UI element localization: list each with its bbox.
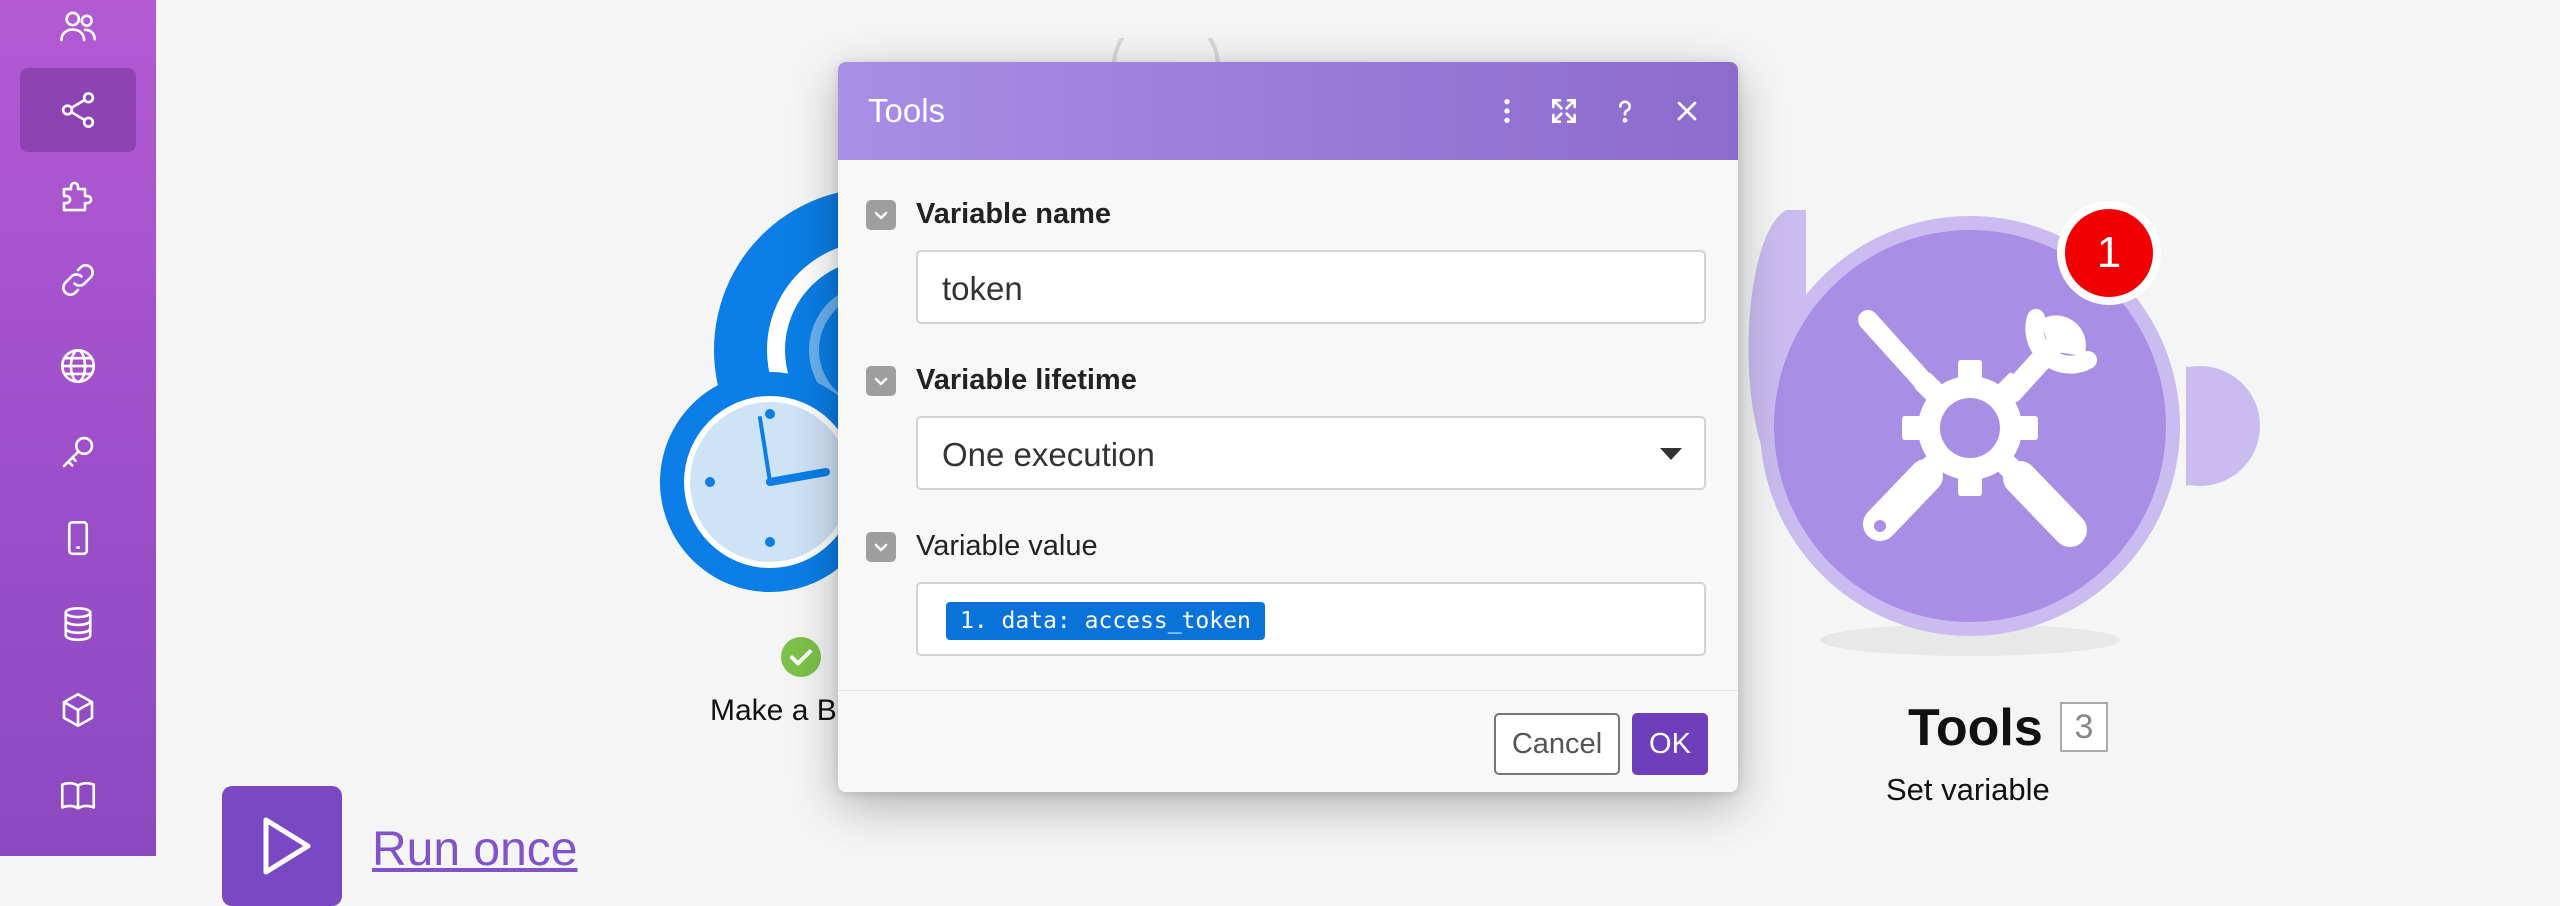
chevron-down-icon <box>874 543 888 552</box>
sidebar-item-webhooks[interactable] <box>20 324 136 408</box>
database-icon <box>64 606 92 642</box>
mapped-value-pill[interactable]: 1. data: access_token <box>946 602 1265 640</box>
variable-lifetime-toggle[interactable] <box>866 366 896 396</box>
tools-module-order: 3 <box>2060 702 2108 752</box>
chevron-down-icon <box>874 377 888 386</box>
sidebar-item-team[interactable] <box>20 0 136 68</box>
key-icon <box>62 436 94 468</box>
expand-icon <box>1552 99 1576 123</box>
sidebar-item-apps[interactable] <box>20 154 136 238</box>
variable-lifetime-label: Variable lifetime <box>916 364 1137 396</box>
variable-value-label: Variable value <box>916 530 1098 562</box>
tools-module-subtitle: Set variable <box>1886 772 2050 807</box>
sidebar-item-data-stores[interactable] <box>20 582 136 666</box>
success-check-icon <box>781 637 821 677</box>
sidebar-item-data-structures[interactable] <box>20 668 136 752</box>
sidebar <box>0 0 156 856</box>
variable-value-toggle[interactable] <box>866 532 896 562</box>
team-icon <box>60 11 96 42</box>
puzzle-icon <box>62 181 93 212</box>
sidebar-item-keys[interactable] <box>20 410 136 494</box>
globe-icon <box>60 348 96 384</box>
sidebar-item-docs[interactable] <box>20 754 136 838</box>
variable-name-value: token <box>942 270 1023 307</box>
variable-name-label: Variable name <box>916 198 1112 230</box>
sidebar-item-connections[interactable] <box>20 238 136 322</box>
ok-button[interactable]: OK <box>1632 713 1708 775</box>
chevron-down-icon <box>874 211 888 220</box>
question-mark-icon <box>1619 100 1631 123</box>
dropdown-caret-icon <box>1660 448 1682 460</box>
run-once-label[interactable]: Run once <box>372 822 577 877</box>
cancel-button[interactable]: Cancel <box>1494 713 1620 775</box>
dialog-header[interactable]: Tools <box>838 62 1738 160</box>
more-options-button[interactable] <box>1488 92 1526 130</box>
share-icon <box>61 92 95 128</box>
run-once-button[interactable] <box>222 786 342 906</box>
play-icon <box>263 817 311 875</box>
module-settings-dialog: Tools Variable name token Variable lifet… <box>838 62 1738 792</box>
sidebar-item-devices[interactable] <box>20 496 136 580</box>
book-icon <box>60 781 96 810</box>
variable-value-input[interactable]: 1. data: access_token <box>916 582 1706 656</box>
cube-icon <box>62 692 94 728</box>
dialog-title: Tools <box>868 92 946 129</box>
http-module-label: Make a B <box>710 694 837 727</box>
help-button[interactable] <box>1606 92 1644 130</box>
variable-lifetime-value: One execution <box>942 436 1155 473</box>
tools-module-output-handle[interactable] <box>2186 356 2272 496</box>
close-button[interactable] <box>1668 92 1706 130</box>
dialog-footer: Cancel OK <box>838 690 1738 792</box>
link-icon <box>62 264 94 296</box>
mobile-icon <box>67 520 89 556</box>
kebab-menu-icon <box>1504 99 1510 123</box>
sidebar-item-scenarios[interactable] <box>20 68 136 152</box>
tools-module-title: Tools <box>1908 699 2043 757</box>
variable-name-toggle[interactable] <box>866 200 896 230</box>
operations-badge-count: 1 <box>2096 228 2122 277</box>
variable-lifetime-select[interactable]: One execution <box>916 416 1706 490</box>
maximize-button[interactable] <box>1545 92 1583 130</box>
close-icon <box>1677 101 1697 121</box>
variable-name-input[interactable]: token <box>916 250 1706 324</box>
